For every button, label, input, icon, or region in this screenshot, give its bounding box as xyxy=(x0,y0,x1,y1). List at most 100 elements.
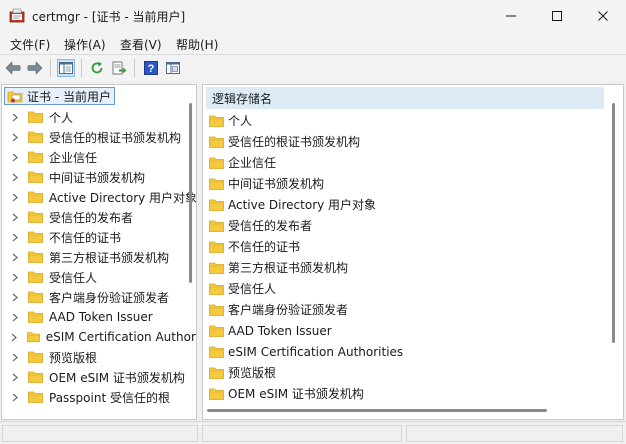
help-button[interactable]: ? xyxy=(142,59,160,77)
tree-item[interactable]: OEM eSIM 证书颁发机构 xyxy=(2,367,196,387)
tree-item-label: 个人 xyxy=(49,110,74,125)
chevron-right-icon[interactable] xyxy=(10,393,20,402)
column-header-store-name[interactable]: 逻辑存储名 xyxy=(206,87,604,109)
help-icon: ? xyxy=(144,61,158,75)
chevron-right-icon[interactable] xyxy=(10,133,20,142)
tree-item[interactable]: 第三方根证书颁发机构 xyxy=(2,247,196,267)
toolbar: ? xyxy=(0,54,626,81)
tree-item[interactable]: 受信任的发布者 xyxy=(2,207,196,227)
folder-icon xyxy=(209,220,224,232)
tree-vertical-scrollbar[interactable] xyxy=(186,87,194,417)
list-item[interactable]: Active Directory 用户对象 xyxy=(209,194,376,215)
folder-icon xyxy=(28,371,43,383)
tree-item[interactable]: 企业信任 xyxy=(2,147,196,167)
back-button[interactable] xyxy=(4,59,22,77)
chevron-right-icon[interactable] xyxy=(10,273,20,282)
chevron-right-icon[interactable] xyxy=(10,253,20,262)
list-item[interactable]: OEM eSIM 证书颁发机构 xyxy=(209,383,364,404)
chevron-right-icon[interactable] xyxy=(10,373,20,382)
refresh-button[interactable] xyxy=(88,59,106,77)
properties-button[interactable] xyxy=(164,59,182,77)
tree-item[interactable]: 不信任的证书 xyxy=(2,227,196,247)
list-item-label: Active Directory 用户对象 xyxy=(228,198,377,212)
list-item[interactable]: 不信任的证书 xyxy=(209,236,300,257)
tree-item[interactable]: Passpoint 受信任的根 xyxy=(2,387,196,407)
forward-button[interactable] xyxy=(26,59,44,77)
tree-item[interactable]: 受信任的根证书颁发机构 xyxy=(2,127,196,147)
list-item[interactable]: 受信任的发布者 xyxy=(209,215,312,236)
back-arrow-icon xyxy=(5,61,21,75)
list-item[interactable]: 预览版根 xyxy=(209,362,276,383)
list-item[interactable]: 受信任人 xyxy=(209,278,276,299)
folder-icon xyxy=(28,251,43,263)
list-item[interactable]: 受信任的根证书颁发机构 xyxy=(209,131,360,152)
tree-item[interactable]: 客户端身份验证颁发者 xyxy=(2,287,196,307)
list-vertical-scrollbar[interactable] xyxy=(611,97,617,397)
close-button[interactable] xyxy=(580,0,626,32)
folder-icon xyxy=(209,304,224,316)
list-item-label: OEM eSIM 证书颁发机构 xyxy=(228,387,364,401)
tree-item-label: Active Directory 用户对象 xyxy=(49,190,197,205)
folder-icon xyxy=(28,311,43,323)
list-item[interactable]: 第三方根证书颁发机构 xyxy=(209,257,348,278)
chevron-right-icon[interactable] xyxy=(10,333,19,342)
list-item[interactable]: 中间证书颁发机构 xyxy=(209,173,324,194)
tree-item-label: 受信任的根证书颁发机构 xyxy=(49,130,182,145)
tree-item[interactable]: 中间证书颁发机构 xyxy=(2,167,196,187)
list-item-label: 第三方根证书颁发机构 xyxy=(228,261,349,275)
export-list-button[interactable] xyxy=(110,59,128,77)
list-item[interactable]: 个人 xyxy=(209,110,252,131)
list-item[interactable]: eSIM Certification Authorities xyxy=(209,341,403,362)
show-hide-tree-button[interactable] xyxy=(57,59,75,77)
tree-item-label: 受信任人 xyxy=(49,270,98,285)
chevron-right-icon[interactable] xyxy=(10,313,20,322)
tree-item-label: 不信任的证书 xyxy=(49,230,122,245)
list-item[interactable]: 客户端身份验证颁发者 xyxy=(209,299,348,320)
menu-file[interactable]: 文件(F) xyxy=(10,36,50,53)
chevron-right-icon[interactable] xyxy=(10,233,20,242)
tree-item[interactable]: AAD Token Issuer xyxy=(2,307,196,327)
certificate-store-icon xyxy=(7,91,23,103)
scrollbar-thumb[interactable] xyxy=(189,103,192,283)
tree-pane[interactable]: 证书 - 当前用户 个人 受信任的根证书颁发机构 企业信任 中间证书颁发机构 A… xyxy=(1,84,197,420)
maximize-button[interactable] xyxy=(534,0,580,32)
menu-view[interactable]: 查看(V) xyxy=(120,36,162,53)
chevron-right-icon[interactable] xyxy=(10,293,20,302)
list-item-label: eSIM Certification Authorities xyxy=(228,344,404,359)
chevron-right-icon[interactable] xyxy=(10,153,20,162)
folder-icon xyxy=(209,283,224,295)
tree-item[interactable]: 个人 xyxy=(2,107,196,127)
scrollbar-thumb[interactable] xyxy=(612,103,615,343)
tree-item[interactable]: Active Directory 用户对象 xyxy=(2,187,197,207)
chevron-right-icon[interactable] xyxy=(10,193,20,202)
menu-action[interactable]: 操作(A) xyxy=(64,36,106,53)
chevron-right-icon[interactable] xyxy=(10,173,20,182)
chevron-right-icon[interactable] xyxy=(10,213,20,222)
folder-icon xyxy=(209,325,224,337)
tree-item-label: 中间证书颁发机构 xyxy=(49,170,146,185)
folder-icon xyxy=(209,346,224,358)
chevron-right-icon[interactable] xyxy=(10,113,20,122)
list-item-label: 受信任的根证书颁发机构 xyxy=(228,135,361,149)
list-item-label: 受信任的发布者 xyxy=(228,219,313,233)
tree-item[interactable]: 受信任人 xyxy=(2,267,196,287)
tree-root-current-user[interactable]: 证书 - 当前用户 xyxy=(4,87,115,105)
chevron-right-icon[interactable] xyxy=(10,353,20,362)
list-item-label: 不信任的证书 xyxy=(228,240,301,254)
folder-icon xyxy=(28,351,43,363)
list-item[interactable]: 企业信任 xyxy=(209,152,276,173)
folder-icon xyxy=(28,171,43,183)
tree-item[interactable]: eSIM Certification Authorities xyxy=(2,327,196,347)
list-horizontal-scrollbar[interactable] xyxy=(207,409,547,412)
list-item[interactable]: AAD Token Issuer xyxy=(209,320,332,341)
minimize-button[interactable] xyxy=(488,0,534,32)
tree-item[interactable]: 预览版根 xyxy=(2,347,196,367)
status-cell xyxy=(406,425,623,442)
list-pane[interactable]: 逻辑存储名 个人 受信任的根证书颁发机构 企业信任 中间证书颁发机构 Activ… xyxy=(202,84,624,420)
tree-item-label: 第三方根证书颁发机构 xyxy=(49,250,170,265)
properties-icon xyxy=(166,62,180,74)
status-cell xyxy=(2,425,198,442)
folder-icon xyxy=(28,391,43,403)
menu-help[interactable]: 帮助(H) xyxy=(176,36,218,53)
folder-icon xyxy=(209,367,224,379)
